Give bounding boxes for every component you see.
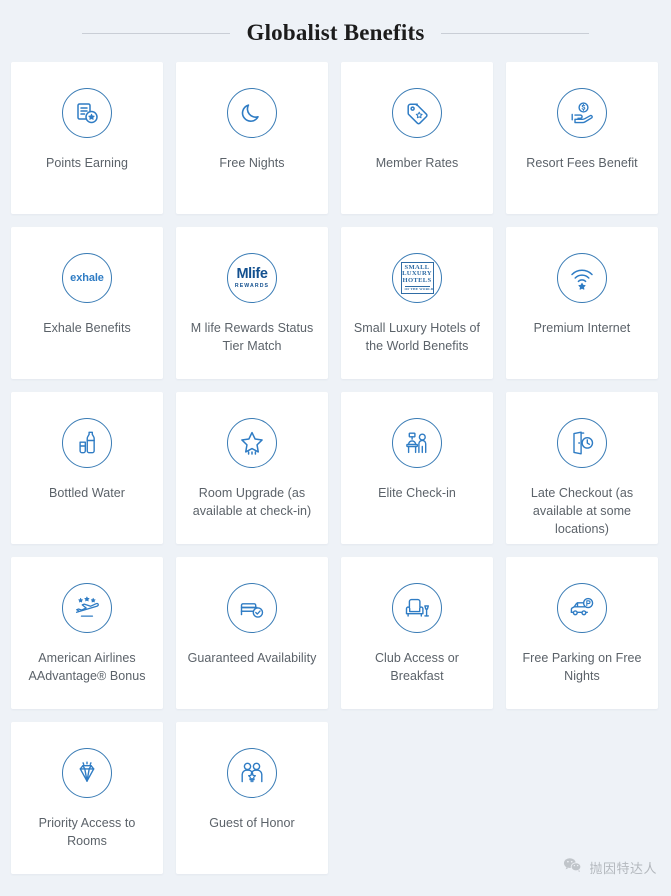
watermark-text: 抛因特达人: [589, 862, 657, 877]
benefit-card-premium-internet[interactable]: Premium Internet: [506, 227, 658, 379]
wechat-icon: [563, 857, 582, 878]
benefit-label: Resort Fees Benefit: [526, 156, 638, 170]
benefit-label: Free Nights: [219, 156, 285, 170]
diamond-icon: [62, 748, 112, 798]
benefit-card-exhale[interactable]: exhale Exhale Benefits: [11, 227, 163, 379]
price-tag-star-icon: [392, 88, 442, 138]
benefit-label: Exhale Benefits: [43, 321, 131, 335]
reception-desk-icon: [392, 418, 442, 468]
benefit-label: Free Parking on Free Nights: [522, 651, 642, 683]
benefit-label: Small Luxury Hotels of the World Benefit…: [353, 321, 481, 353]
slh-subtext: OF THE WORLD: [404, 285, 434, 291]
benefit-card-club-access[interactable]: Club Access or Breakfast: [341, 557, 493, 709]
exhale-logo-text: exhale: [70, 272, 104, 284]
car-parking-icon: [557, 583, 607, 633]
points-stack-star-icon: [62, 88, 112, 138]
benefit-label: Guaranteed Availability: [187, 651, 317, 665]
benefit-card-guest-of-honor[interactable]: Guest of Honor: [176, 722, 328, 874]
benefit-card-priority-access[interactable]: Priority Access to Rooms: [11, 722, 163, 874]
door-clock-icon: [557, 418, 607, 468]
hand-holding-dollar-icon: [557, 88, 607, 138]
benefit-card-mlife-rewards[interactable]: Mlife REWARDS M life Rewards Status Tier…: [176, 227, 328, 379]
wifi-star-icon: [557, 253, 607, 303]
benefit-label: M life Rewards Status Tier Match: [190, 321, 314, 353]
two-people-star-icon: [227, 748, 277, 798]
benefit-label: Bottled Water: [49, 486, 125, 500]
page-header: Globalist Benefits: [0, 0, 671, 62]
benefit-card-member-rates[interactable]: Member Rates: [341, 62, 493, 214]
benefit-card-elite-checkin[interactable]: Elite Check-in: [341, 392, 493, 544]
benefit-label: Priority Access to Rooms: [38, 816, 136, 848]
mlife-rewards-logo: Mlife REWARDS: [227, 253, 277, 303]
benefit-label: American Airlines AAdvantage® Bonus: [28, 651, 146, 683]
benefit-card-late-checkout[interactable]: Late Checkout (as available at some loca…: [506, 392, 658, 544]
title-rule-left: [82, 32, 231, 34]
bed-check-icon: [227, 583, 277, 633]
benefits-grid: Points Earning Free Nights Member Rates: [0, 62, 671, 874]
benefit-label: Club Access or Breakfast: [374, 651, 460, 683]
benefit-label: Member Rates: [375, 156, 459, 170]
crescent-moon-icon: [227, 88, 277, 138]
benefit-label: Room Upgrade (as available at check-in): [192, 486, 312, 518]
benefit-label: Guest of Honor: [209, 816, 295, 830]
benefit-label: Premium Internet: [533, 321, 631, 335]
page-title: Globalist Benefits: [246, 20, 425, 45]
benefit-card-resort-fees[interactable]: Resort Fees Benefit: [506, 62, 658, 214]
benefit-card-room-upgrade[interactable]: Room Upgrade (as available at check-in): [176, 392, 328, 544]
small-luxury-hotels-logo: SMALL LUXURY HOTELS OF THE WORLD: [392, 253, 442, 303]
benefit-label: Elite Check-in: [378, 486, 456, 500]
benefit-card-guaranteed-availability[interactable]: Guaranteed Availability: [176, 557, 328, 709]
benefit-label: Late Checkout (as available at some loca…: [530, 486, 634, 536]
water-bottle-glass-icon: [62, 418, 112, 468]
title-rule-right: [440, 32, 589, 34]
star-upgrade-icon: [227, 418, 277, 468]
watermark: 抛因特达人: [563, 857, 657, 878]
armchair-lamp-icon: [392, 583, 442, 633]
airplane-stars-icon: [62, 583, 112, 633]
benefit-card-aadvantage-bonus[interactable]: American Airlines AAdvantage® Bonus: [11, 557, 163, 709]
mlife-logo-subtext: REWARDS: [234, 282, 270, 289]
slh-line-3: HOTELS: [402, 277, 432, 285]
exhale-logo: exhale: [62, 253, 112, 303]
benefit-card-bottled-water[interactable]: Bottled Water: [11, 392, 163, 544]
benefit-card-small-luxury-hotels[interactable]: SMALL LUXURY HOTELS OF THE WORLD Small L…: [341, 227, 493, 379]
benefit-card-points-earning[interactable]: Points Earning: [11, 62, 163, 214]
mlife-logo-text: Mlife: [236, 266, 268, 283]
benefit-label: Points Earning: [46, 156, 128, 170]
benefit-card-free-nights[interactable]: Free Nights: [176, 62, 328, 214]
benefit-card-free-parking[interactable]: Free Parking on Free Nights: [506, 557, 658, 709]
